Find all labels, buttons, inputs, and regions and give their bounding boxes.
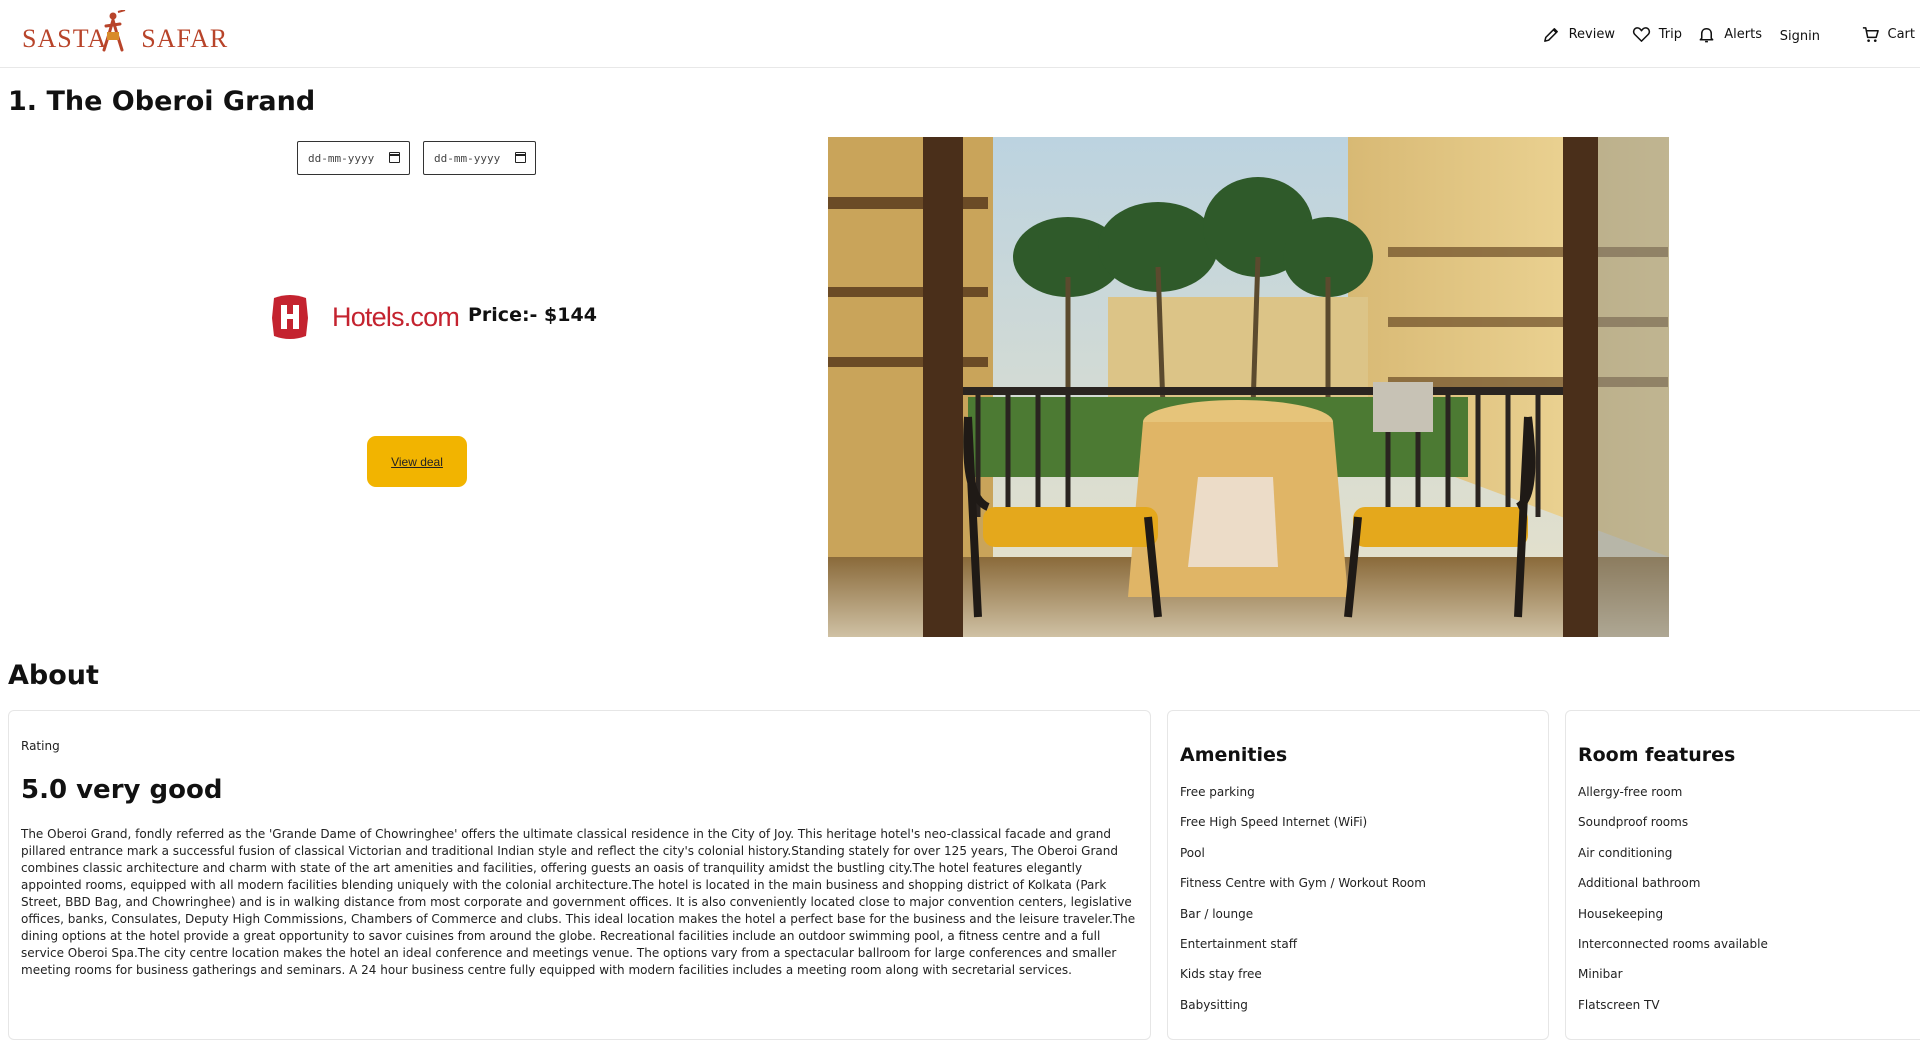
list-item: Free High Speed Internet (WiFi) — [1180, 815, 1368, 830]
hotels-h-icon — [272, 295, 308, 339]
nav-alerts[interactable]: Alerts — [1697, 22, 1762, 46]
room-features-card: Room features Allergy-free room Soundpro… — [1565, 710, 1920, 1040]
cart-icon — [1862, 26, 1879, 42]
traveler-figure-icon — [102, 10, 126, 52]
nav-cart[interactable]: Cart — [1861, 22, 1916, 46]
checkout-date-input[interactable]: dd-mm-yyyy — [423, 141, 536, 175]
nav-alerts-label: Alerts — [1724, 26, 1762, 42]
calendar-icon[interactable] — [389, 152, 400, 163]
list-item: Air conditioning — [1578, 845, 1673, 860]
checkin-placeholder: dd-mm-yyyy — [308, 151, 375, 165]
top-header: SASTA SAFAR Review Trip Alerts Signin Car… — [0, 0, 1920, 68]
list-item: Kids stay free — [1180, 967, 1262, 982]
list-item: Interconnected rooms available — [1578, 936, 1768, 951]
list-item: Soundproof rooms — [1578, 815, 1689, 830]
hotel-photo — [828, 137, 1669, 637]
amenities-card: Amenities Free parking Free High Speed I… — [1167, 710, 1549, 1040]
about-heading: About — [8, 660, 99, 691]
list-item: Allergy-free room — [1578, 785, 1683, 799]
calendar-icon[interactable] — [515, 152, 526, 163]
list-item: Minibar — [1578, 967, 1623, 982]
hotel-title: 1. The Oberoi Grand — [8, 86, 316, 117]
nav-signin[interactable]: Signin — [1780, 24, 1820, 48]
balcony-scene-image — [828, 137, 1669, 637]
amenities-title: Amenities — [1180, 744, 1288, 766]
list-item: Babysitting — [1180, 997, 1248, 1012]
nav-signin-label: Signin — [1779, 28, 1820, 44]
rating-label: Rating — [21, 739, 60, 753]
list-item: Housekeeping — [1578, 906, 1664, 921]
room-features-list: Allergy-free room Soundproof rooms Air c… — [1578, 785, 1768, 1028]
rating-value: 5.0 very good — [21, 775, 223, 805]
view-deal-button[interactable]: View deal — [367, 436, 467, 487]
list-item: Bar / lounge — [1180, 906, 1254, 921]
price-label: Price:- $144 — [468, 304, 597, 326]
checkout-placeholder: dd-mm-yyyy — [434, 151, 501, 165]
provider-name: Hotels.com — [332, 301, 460, 332]
list-item: Entertainment staff — [1180, 936, 1297, 951]
heart-icon — [1632, 26, 1650, 42]
list-item: Pool — [1180, 845, 1205, 860]
pencil-icon — [1543, 27, 1558, 42]
list-item: Flatscreen TV — [1578, 997, 1660, 1012]
nav-trip[interactable]: Trip — [1632, 22, 1682, 46]
site-logo[interactable]: SASTA SAFAR — [22, 10, 227, 58]
nav-review-label: Review — [1568, 26, 1615, 42]
checkin-date-input[interactable]: dd-mm-yyyy — [297, 141, 410, 175]
list-item: Free parking — [1180, 785, 1255, 799]
nav-cart-label: Cart — [1887, 26, 1916, 42]
room-features-title: Room features — [1578, 744, 1736, 766]
hotel-description: The Oberoi Grand, fondly referred as the… — [21, 827, 1136, 977]
amenities-list: Free parking Free High Speed Internet (W… — [1180, 785, 1426, 1028]
list-item: Additional bathroom — [1578, 876, 1701, 891]
nav-trip-label: Trip — [1658, 26, 1682, 42]
list-item: Fitness Centre with Gym / Workout Room — [1180, 876, 1426, 891]
about-card: Rating 5.0 very good The Oberoi Grand, f… — [8, 710, 1151, 1040]
nav-review[interactable]: Review — [1542, 22, 1615, 46]
hotels-com-logo: Hotels.com — [268, 294, 463, 340]
bell-icon — [1699, 27, 1714, 42]
